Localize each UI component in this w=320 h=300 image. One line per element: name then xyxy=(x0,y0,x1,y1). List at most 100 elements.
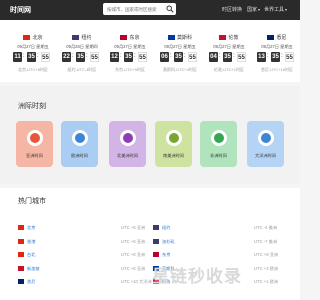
time-separator: : xyxy=(37,53,39,59)
clock-timezone: 东京,UTC+9时区 xyxy=(115,67,145,72)
clock-time: 11:35:55 xyxy=(8,52,58,62)
city-row: 新加坡 UTC +8 亚洲 莫斯科 UTC +3 欧洲 xyxy=(18,265,282,274)
flag-icon xyxy=(153,252,159,257)
clock-city: 莫斯科 xyxy=(155,34,205,41)
city-row: 香港 UTC +8 亚洲 洛杉矶 UTC -7 美洲 xyxy=(18,238,282,247)
clock-time: 22:35:55 xyxy=(57,52,107,62)
city-timezone: UTC +1 欧洲 xyxy=(254,279,279,284)
chevron-down-icon: ▾ xyxy=(285,7,288,12)
clock-city: 北京 xyxy=(8,34,58,41)
clock-date: 09月27日 星期五 xyxy=(261,44,293,49)
clock-time: 13:35:55 xyxy=(252,52,302,62)
city-link[interactable]: 新加坡 xyxy=(27,266,40,272)
clock-timezone: 悉尼,UTC+10时区 xyxy=(260,67,294,72)
clock-date: 09月27日 星期五 xyxy=(213,44,245,49)
clock-card[interactable]: 北京 09月27日 星期五 11:35:55 北京,UTC+8时区 xyxy=(8,20,58,82)
globe-icon xyxy=(120,130,136,146)
city-timezone: UTC +9 亚洲 xyxy=(254,252,279,257)
flag-icon xyxy=(18,279,24,284)
city-timezone: UTC +3 欧洲 xyxy=(254,265,279,271)
clock-seconds: 55 xyxy=(237,52,246,62)
continent-label: 欧洲时间 xyxy=(71,153,88,158)
clock-card[interactable]: 伦敦 09月27日 星期五 04:35:55 伦敦,UTC+1时区 xyxy=(204,20,254,82)
clock-card[interactable]: 东京 09月27日 星期五 12:35:55 东京,UTC+9时区 xyxy=(105,20,155,82)
clock-card[interactable]: 纽约 09月26日 星期四 22:35:55 纽约,UTC-4时区 xyxy=(57,20,107,82)
clock-date: 09月26日 星期四 xyxy=(66,44,98,49)
clock-timezone: 纽约,UTC-4时区 xyxy=(67,67,97,72)
continent-label: 非洲时间 xyxy=(210,153,227,158)
search-input[interactable] xyxy=(107,5,165,13)
globe-icon xyxy=(27,130,43,146)
clock-city: 悉尼 xyxy=(252,34,302,41)
flag-icon xyxy=(18,238,24,244)
time-separator: : xyxy=(219,53,221,59)
clock-minutes: 35 xyxy=(124,52,133,62)
clock-seconds: 55 xyxy=(41,52,50,62)
clock-minutes: 35 xyxy=(271,52,280,62)
continent-label: 大洋洲时间 xyxy=(255,153,276,158)
search-icon[interactable] xyxy=(166,5,174,13)
nav-world-tools[interactable]: 世界工具▾ xyxy=(264,6,287,13)
site-logo[interactable]: 时间网 xyxy=(10,5,31,15)
continent-card[interactable]: 亚洲时间 xyxy=(16,121,53,167)
city-timezone: UTC +8 亚洲 xyxy=(121,238,146,244)
continent-card[interactable]: 欧洲时间 xyxy=(61,121,98,167)
clock-seconds: 55 xyxy=(188,52,197,62)
clock-minutes: 35 xyxy=(174,52,183,62)
city-timezone: UTC +8 亚洲 xyxy=(121,225,146,230)
clock-hours: 13 xyxy=(257,52,266,62)
city-timezone: UTC -4 美洲 xyxy=(254,225,278,230)
time-separator: : xyxy=(23,53,25,59)
city-link[interactable]: 北京 xyxy=(27,225,35,231)
chevron-down-icon: ▾ xyxy=(258,7,261,12)
flag-icon xyxy=(153,225,159,230)
city-link[interactable]: 台北 xyxy=(27,252,35,258)
city-timezone: UTC +8 亚洲 xyxy=(121,265,146,271)
city-link[interactable]: 洛杉矶 xyxy=(162,239,175,245)
clock-hours: 11 xyxy=(13,52,22,62)
city-row: 悉尼 UTC +10 大洋洲 伦敦 UTC +1 欧洲 xyxy=(18,278,282,287)
city-link[interactable]: 纽约 xyxy=(162,225,170,231)
clock-city: 伦敦 xyxy=(204,34,254,41)
clock-city: 东京 xyxy=(105,34,155,41)
flag-icon xyxy=(153,238,159,244)
time-separator: : xyxy=(184,53,186,59)
section-title: 热门城市 xyxy=(18,198,46,205)
clock-seconds: 55 xyxy=(138,52,147,62)
continent-card[interactable]: 北美洲时间 xyxy=(109,121,146,167)
city-timezone: UTC +8 亚洲 xyxy=(121,252,146,257)
clock-timezone: 北京,UTC+8时区 xyxy=(18,67,48,72)
time-separator: : xyxy=(120,53,122,59)
time-separator: : xyxy=(72,53,74,59)
continent-card[interactable]: 非洲时间 xyxy=(200,121,237,167)
search-box[interactable] xyxy=(103,3,176,15)
clock-city: 纽约 xyxy=(57,34,107,41)
flag-icon xyxy=(23,35,31,41)
clock-minutes: 35 xyxy=(27,52,36,62)
clock-card[interactable]: 悉尼 09月27日 星期五 13:35:55 悉尼,UTC+10时区 xyxy=(252,20,302,82)
clock-card[interactable]: 莫斯科 09月27日 星期五 06:35:55 莫斯科,UTC+3时区 xyxy=(155,20,205,82)
clock-time: 06:35:55 xyxy=(155,52,205,62)
city-link[interactable]: 东京 xyxy=(162,252,170,258)
time-separator: : xyxy=(267,53,269,59)
clock-hours: 22 xyxy=(62,52,71,62)
flag-icon xyxy=(72,35,80,41)
nav-timezone-convert[interactable]: 时区转换 xyxy=(222,6,242,13)
nav-countries[interactable]: 国家▾ xyxy=(247,6,260,13)
continents-section: 洲际时刻 亚洲时间 欧洲时间 北美洲时间 南美洲时间 非洲时间 大洋洲时间 xyxy=(0,86,300,184)
flag-icon xyxy=(219,35,227,41)
city-row: 台北 UTC +8 亚洲 东京 UTC +9 亚洲 xyxy=(18,251,282,260)
clock-seconds: 55 xyxy=(285,52,294,62)
continent-card[interactable]: 南美洲时间 xyxy=(155,121,192,167)
continent-card[interactable]: 大洋洲时间 xyxy=(247,121,284,167)
clock-minutes: 35 xyxy=(76,52,85,62)
continent-label: 亚洲时间 xyxy=(26,153,43,158)
flag-icon xyxy=(120,35,128,41)
continent-label: 北美洲时间 xyxy=(117,153,138,158)
flag-icon xyxy=(18,252,24,257)
clock-hours: 06 xyxy=(160,52,169,62)
globe-icon xyxy=(72,130,88,146)
city-link[interactable]: 香港 xyxy=(27,239,35,245)
section-title: 洲际时刻 xyxy=(18,103,46,110)
city-link[interactable]: 悉尼 xyxy=(27,279,35,285)
